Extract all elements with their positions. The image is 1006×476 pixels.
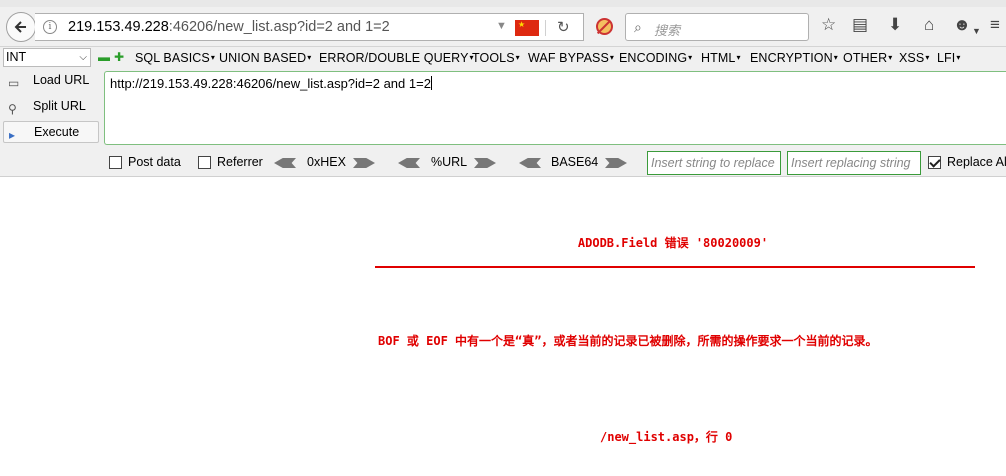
- minus-icon[interactable]: ▬: [98, 50, 110, 64]
- hex-label: 0xHEX: [307, 155, 346, 169]
- referrer-checkbox[interactable]: [198, 156, 211, 169]
- address-bar[interactable]: i 219.153.49.228:46206/new_list.asp?id=2…: [35, 13, 584, 41]
- search-input[interactable]: 搜索: [654, 20, 680, 39]
- menu-sql-basics[interactable]: SQL BASICS▾: [135, 51, 215, 65]
- search-bar[interactable]: ⌕ 搜索: [625, 13, 809, 41]
- menu-error-double-query[interactable]: ERROR/DOUBLE QUERY▾: [319, 51, 474, 65]
- search-icon: ⌕: [634, 19, 642, 35]
- menu-xss[interactable]: XSS▾: [899, 51, 929, 65]
- error-location: /new_list.asp，行 0: [600, 430, 733, 444]
- load-url-label: Load URL: [33, 73, 90, 87]
- bookmark-star-icon[interactable]: ☆: [821, 15, 836, 35]
- menu-tools[interactable]: TOOLS▾: [472, 51, 520, 65]
- reading-list-icon[interactable]: ▤: [852, 15, 868, 35]
- address-text[interactable]: 219.153.49.228:46206/new_list.asp?id=2 a…: [68, 19, 390, 35]
- replace-all-label[interactable]: Replace All: [947, 155, 1006, 169]
- insert-string-input[interactable]: Insert string to replace: [647, 151, 781, 175]
- load-url-button[interactable]: ▭ Load URL: [3, 70, 99, 92]
- base64-decode-arrow-icon[interactable]: [519, 158, 541, 168]
- hex-encode-arrow-icon[interactable]: [353, 158, 375, 168]
- hackbar-options: Post data Referrer 0xHEX %URL BASE64 Ins…: [0, 149, 1006, 175]
- error-title: ADODB.Field 错误 '80020009': [577, 236, 769, 250]
- hackbar-menu: INT ⌵ ▬ ✚ SQL BASICS▾ UNION BASED▾ ERROR/…: [0, 47, 1006, 69]
- browser-navbar: i 219.153.49.228:46206/new_list.asp?id=2…: [0, 0, 1006, 47]
- split-url-label: Split URL: [33, 99, 86, 113]
- post-data-checkbox[interactable]: [109, 156, 122, 169]
- url-enc-label: %URL: [431, 155, 468, 169]
- execute-label: Execute: [34, 125, 80, 139]
- error-message: BOF 或 EOF 中有一个是“真”，或者当前的记录已被删除，所需的操作要求一个…: [378, 334, 878, 348]
- menu-waf-bypass[interactable]: WAF BYPASS▾: [528, 51, 614, 65]
- menu-html[interactable]: HTML▾: [701, 51, 741, 65]
- noscript-icon[interactable]: [596, 18, 613, 35]
- replacing-string-input[interactable]: Insert replacing string: [787, 151, 921, 175]
- split-url-button[interactable]: ⚲ Split URL: [3, 96, 99, 118]
- execute-button[interactable]: ▸ Execute: [3, 121, 99, 143]
- chevron-down-icon: ⌵: [79, 52, 87, 63]
- split-url-icon: ⚲: [8, 102, 17, 116]
- reload-icon[interactable]: ↻: [557, 18, 570, 36]
- divider: [545, 20, 546, 36]
- text-cursor: [430, 76, 432, 90]
- load-url-icon: ▭: [8, 76, 20, 90]
- post-data-label[interactable]: Post data: [128, 155, 181, 169]
- menu-lfi[interactable]: LFI▾: [937, 51, 961, 65]
- error-divider: [375, 266, 975, 268]
- history-dropdown-icon[interactable]: ▼: [496, 20, 507, 32]
- type-select[interactable]: INT ⌵: [3, 48, 91, 67]
- account-dropdown-icon[interactable]: ▼: [972, 21, 981, 41]
- menu-other[interactable]: OTHER▾: [843, 51, 892, 65]
- menu-union-based[interactable]: UNION BASED▾: [219, 51, 311, 65]
- menu-icon[interactable]: ≡: [990, 15, 1000, 35]
- type-select-value: INT: [6, 50, 27, 64]
- tab-strip: [0, 0, 1006, 7]
- url-decode-arrow-icon[interactable]: [398, 158, 420, 168]
- hackbar-panel: ▭ Load URL ⚲ Split URL ▸ Execute http://…: [0, 69, 1006, 177]
- menu-encryption[interactable]: ENCRYPTION▾: [750, 51, 838, 65]
- plus-icon[interactable]: ✚: [114, 50, 124, 64]
- home-icon[interactable]: ⌂: [924, 15, 934, 35]
- url-encode-arrow-icon[interactable]: [474, 158, 496, 168]
- download-icon[interactable]: ⬇: [888, 15, 902, 35]
- site-info-icon[interactable]: i: [43, 20, 57, 34]
- menu-encoding[interactable]: ENCODING▾: [619, 51, 692, 65]
- replace-all-checkbox[interactable]: [928, 156, 941, 169]
- url-path: :46206/new_list.asp?id=2 and 1=2: [168, 19, 390, 35]
- referrer-label[interactable]: Referrer: [217, 155, 263, 169]
- china-flag-icon: ★: [515, 20, 539, 36]
- hex-decode-arrow-icon[interactable]: [274, 158, 296, 168]
- base64-encode-arrow-icon[interactable]: [605, 158, 627, 168]
- base64-label: BASE64: [551, 155, 599, 169]
- back-arrow-icon: [14, 21, 26, 33]
- url-host: 219.153.49.228: [68, 19, 169, 35]
- url-textarea[interactable]: http://219.153.49.228:46206/new_list.asp…: [104, 71, 1006, 145]
- back-button[interactable]: [6, 12, 36, 42]
- account-icon[interactable]: ☻: [953, 15, 971, 35]
- url-textarea-value: http://219.153.49.228:46206/new_list.asp…: [110, 76, 431, 91]
- execute-icon: ▸: [9, 128, 16, 142]
